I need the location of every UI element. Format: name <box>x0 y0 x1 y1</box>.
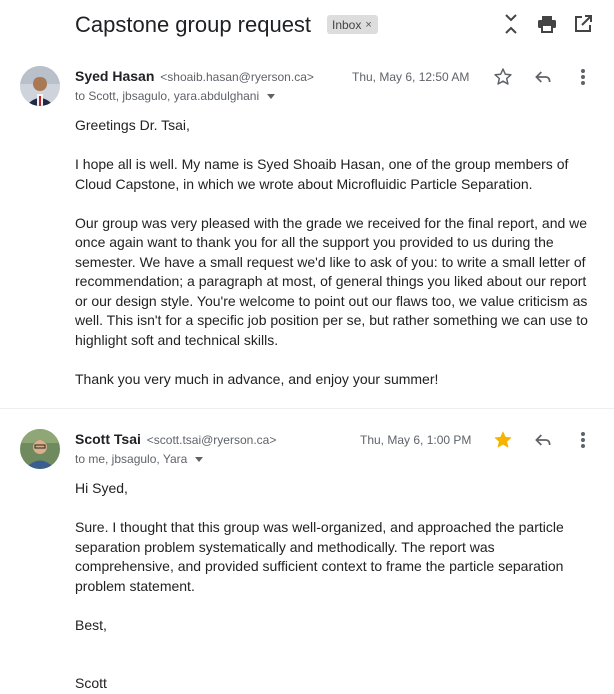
sender-email: <shoaib.hasan@ryerson.ca> <box>160 70 314 84</box>
star-icon[interactable] <box>491 65 515 89</box>
inbox-label-chip[interactable]: Inbox × <box>327 15 378 34</box>
sender-line: Syed Hasan <shoaib.hasan@ryerson.ca> <box>75 68 314 84</box>
body-paragraph: Hi Syed, <box>75 480 128 496</box>
message-body: Greetings Dr. Tsai, I hope all is well. … <box>75 116 595 389</box>
message-date[interactable]: Thu, May 6, 12:50 AM <box>352 70 469 84</box>
show-details-icon[interactable] <box>195 456 204 462</box>
print-icon[interactable] <box>535 12 559 36</box>
avatar[interactable] <box>20 429 60 469</box>
thread-header: Capstone group request Inbox × <box>0 0 614 50</box>
message-date[interactable]: Thu, May 6, 1:00 PM <box>360 433 471 447</box>
recipients-text: to me, jbsagulo, Yara <box>75 452 188 466</box>
body-paragraph: Greetings Dr. Tsai, <box>75 117 190 133</box>
more-vert-icon[interactable] <box>571 428 595 452</box>
star-icon[interactable] <box>491 428 515 452</box>
expand-collapse-icon[interactable] <box>499 12 523 36</box>
sender-line: Scott Tsai <scott.tsai@ryerson.ca> <box>75 431 276 447</box>
body-paragraph: Best, <box>75 616 107 633</box>
sender-name[interactable]: Scott Tsai <box>75 431 141 447</box>
reply-icon[interactable] <box>531 65 555 89</box>
message-divider <box>0 408 614 409</box>
more-vert-icon[interactable] <box>571 65 595 89</box>
recipients: to me, jbsagulo, Yara <box>75 452 204 466</box>
body-paragraph: I hope all is well. My name is Syed Shoa… <box>75 156 569 192</box>
open-in-new-window-icon[interactable] <box>571 12 595 36</box>
label-text: Inbox <box>332 17 362 32</box>
recipients-text: to Scott, jbsagulo, yara.abdulghani <box>75 89 260 103</box>
reply-icon[interactable] <box>531 428 555 452</box>
body-paragraph: Sure. I thought that this group was well… <box>75 519 564 594</box>
avatar[interactable] <box>20 66 60 106</box>
body-paragraph: Our group was very pleased with the grad… <box>75 214 588 348</box>
show-details-icon[interactable] <box>267 93 276 99</box>
sender-name[interactable]: Syed Hasan <box>75 68 154 84</box>
sender-email: <scott.tsai@ryerson.ca> <box>146 433 277 447</box>
thread-subject: Capstone group request <box>75 12 312 37</box>
message-body: Hi Syed, Sure. I thought that this group… <box>75 479 595 694</box>
remove-label-icon[interactable]: × <box>365 19 371 31</box>
recipients: to Scott, jbsagulo, yara.abdulghani <box>75 89 276 103</box>
body-paragraph: Thank you very much in advance, and enjo… <box>75 370 439 387</box>
